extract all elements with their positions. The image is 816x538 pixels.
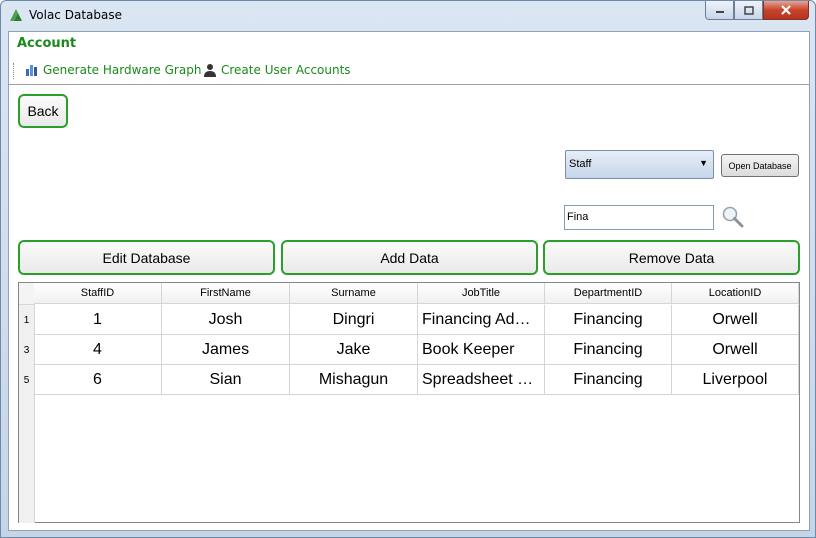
chevron-down-icon: ▼	[699, 158, 708, 168]
create-user-accounts-label: Create User Accounts	[221, 63, 351, 77]
table-cell-locationid[interactable]: Orwell	[672, 305, 799, 335]
search-input[interactable]: Fina	[564, 205, 714, 230]
data-grid[interactable]: StaffID FirstName Surname JobTitle Departmen…	[18, 282, 800, 523]
table-cell-staffid[interactable]: 4	[34, 335, 162, 365]
window-title: Volac Database	[29, 8, 122, 22]
row-number[interactable]: 1	[19, 305, 34, 335]
maximize-icon	[743, 5, 754, 15]
remove-data-button[interactable]: Remove Data	[543, 240, 800, 275]
minimize-icon	[715, 11, 724, 13]
table-cell-departmentid[interactable]: Financing	[545, 365, 672, 395]
column-header[interactable]: DepartmentID	[545, 283, 672, 304]
app-window: Volac Database Account Generate Hardware…	[0, 0, 816, 538]
table-cell-firstname[interactable]: James	[162, 335, 290, 365]
table-select[interactable]: Staff ▼	[565, 150, 714, 179]
close-icon	[781, 5, 791, 15]
table-row[interactable]: 3 4 James Jake Book Keeper Financing Orwell	[19, 335, 799, 365]
table-cell-surname[interactable]: Dingri	[290, 305, 418, 335]
table-cell-jobtitle[interactable]: Book Keeper	[418, 335, 545, 365]
create-user-accounts-button[interactable]: Create User Accounts	[203, 63, 351, 77]
toolbar: Generate Hardware Graph Create User Acco…	[9, 59, 809, 85]
maximize-button[interactable]	[734, 1, 763, 20]
bar-chart-icon	[26, 65, 37, 76]
generate-hardware-graph-button[interactable]: Generate Hardware Graph	[25, 63, 201, 77]
table-select-value: Staff	[569, 158, 592, 170]
table-cell-firstname[interactable]: Sian	[162, 365, 290, 395]
generate-hardware-graph-label: Generate Hardware Graph	[43, 63, 202, 77]
close-button[interactable]	[763, 1, 809, 20]
column-header[interactable]: FirstName	[162, 283, 290, 304]
table-row[interactable]: 1 1 Josh Dingri Financing Ad… Financing Orwell	[19, 305, 799, 335]
table-cell-staffid[interactable]: 6	[34, 365, 162, 395]
table-cell-jobtitle[interactable]: Spreadsheet …	[418, 365, 545, 395]
table-row[interactable]: 5 6 Sian Mishagun Spreadsheet … Financing Live…	[19, 365, 799, 395]
add-data-button[interactable]: Add Data	[281, 240, 538, 275]
table-cell-locationid[interactable]: Liverpool	[672, 365, 799, 395]
row-number[interactable]: 3	[19, 335, 34, 365]
table-cell-departmentid[interactable]: Financing	[545, 335, 672, 365]
table-cell-locationid[interactable]: Orwell	[672, 335, 799, 365]
table-cell-jobtitle[interactable]: Financing Ad…	[418, 305, 545, 335]
table-cell-surname[interactable]: Jake	[290, 335, 418, 365]
back-button[interactable]: Back	[18, 94, 68, 128]
column-header[interactable]: LocationID	[672, 283, 799, 304]
table-cell-firstname[interactable]: Josh	[162, 305, 290, 335]
ribbon-title: Account	[17, 36, 77, 51]
column-header[interactable]: Surname	[290, 283, 418, 304]
main-panel: Account Generate Hardware Graph Create U…	[8, 31, 810, 531]
minimize-button[interactable]	[705, 1, 734, 20]
row-number[interactable]: 5	[19, 365, 34, 395]
users-icon	[204, 64, 216, 77]
open-database-button[interactable]: Open Database	[721, 154, 799, 177]
edit-database-button[interactable]: Edit Database	[18, 240, 275, 275]
title-bar[interactable]: Volac Database	[1, 1, 815, 31]
column-header[interactable]: StaffID	[34, 283, 162, 304]
table-cell-surname[interactable]: Mishagun	[290, 365, 418, 395]
grid-corner[interactable]	[19, 283, 35, 305]
window-controls	[705, 1, 809, 20]
table-cell-staffid[interactable]: 1	[34, 305, 162, 335]
toolbar-grip[interactable]	[13, 63, 16, 79]
search-icon[interactable]	[721, 205, 745, 229]
table-cell-departmentid[interactable]: Financing	[545, 305, 672, 335]
app-logo-icon	[10, 9, 22, 21]
column-header[interactable]: JobTitle	[418, 283, 545, 304]
